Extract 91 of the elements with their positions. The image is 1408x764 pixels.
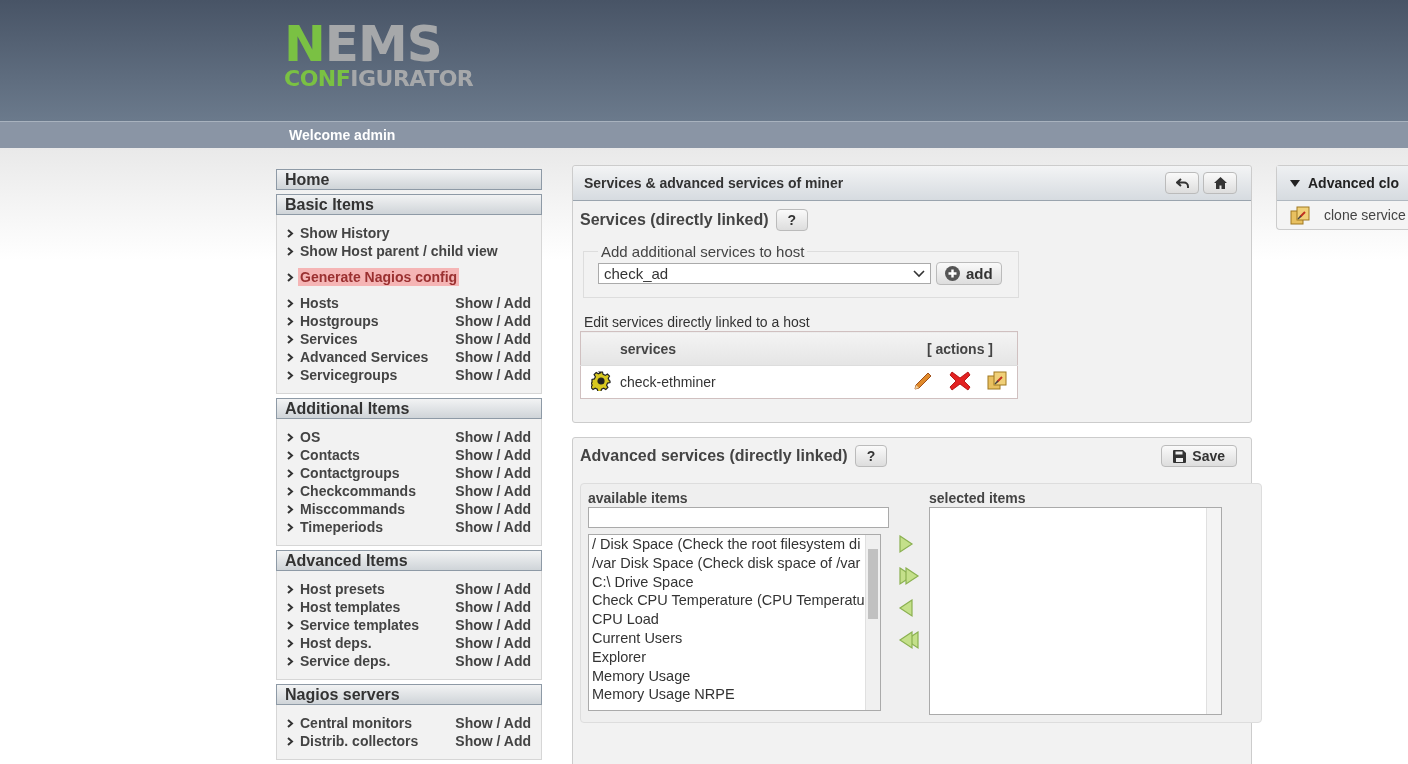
column-header: services — [620, 340, 677, 357]
home-icon — [1213, 177, 1227, 189]
section-title: Advanced services (directly linked) — [580, 447, 848, 465]
menu-link[interactable]: Host presets — [300, 581, 385, 597]
list-option[interactable]: Current Users — [592, 629, 865, 648]
list-option[interactable]: Memory Usage — [592, 666, 865, 686]
menu-link[interactable]: Hosts — [300, 295, 339, 311]
menu-link[interactable]: Distrib. collectors — [300, 733, 419, 749]
help-button[interactable]: ? — [854, 445, 888, 467]
menu-link[interactable]: Host deps. — [300, 635, 372, 651]
menu-link[interactable]: Checkcommands — [300, 483, 416, 499]
menu-link[interactable]: Central monitors — [300, 715, 412, 731]
show-add-link[interactable]: Show / Add — [455, 635, 531, 651]
panel-title: Services & advanced services of miner — [584, 175, 844, 191]
menu-link[interactable]: Services — [300, 331, 358, 347]
clone-link[interactable]: clone service — [1324, 207, 1406, 223]
selected-items-list[interactable] — [929, 507, 1222, 715]
clone-icon — [987, 371, 1007, 390]
menu-link[interactable]: Contactgroups — [300, 465, 400, 481]
home-button[interactable] — [1203, 172, 1237, 194]
list-option[interactable]: / Disk Space (Check the root filesystem di — [592, 535, 865, 554]
show-add-link[interactable]: Show / Add — [455, 465, 531, 481]
clone-icon — [1290, 205, 1310, 225]
highlighted-menu-link[interactable]: Generate Nagios config — [298, 268, 460, 286]
section-header[interactable]: Additional Items — [276, 398, 542, 419]
menu-link[interactable]: Timeperiods — [300, 519, 383, 535]
show-add-link[interactable]: Show / Add — [455, 349, 531, 365]
service-select[interactable]: check_ad — [598, 263, 931, 284]
menu-link[interactable]: Misccommands — [300, 501, 406, 517]
show-add-link[interactable]: Show / Add — [455, 313, 531, 329]
menu-link[interactable]: Hostgroups — [300, 313, 379, 329]
menu-link[interactable]: Contacts — [300, 447, 360, 463]
show-add-link[interactable]: Show / Add — [455, 367, 531, 383]
add-button[interactable]: add — [936, 262, 1002, 285]
list-option[interactable]: Memory Usage NRPE — [592, 685, 865, 705]
gear-icon — [591, 370, 611, 391]
list-option[interactable]: C:\ Drive Space — [592, 572, 865, 592]
list-label: available items — [588, 490, 689, 507]
section-header[interactable]: Basic Items — [276, 194, 542, 215]
show-add-link[interactable]: Show / Add — [455, 581, 531, 597]
section-header[interactable]: Home — [276, 169, 542, 190]
fieldset-legend: Add additional services to host — [598, 243, 808, 260]
show-add-link[interactable]: Show / Add — [455, 295, 531, 311]
back-button[interactable] — [1165, 172, 1199, 194]
help-button[interactable]: ? — [775, 209, 809, 231]
scrollbar[interactable] — [1206, 508, 1221, 714]
section-header[interactable]: Nagios servers — [276, 684, 542, 705]
delete-cross-icon — [949, 370, 971, 391]
section-title: Services (directly linked) — [580, 211, 769, 229]
move-all-left-arrow-icon[interactable] — [898, 630, 920, 650]
move-all-right-arrow-icon[interactable] — [898, 566, 920, 586]
pencil-icon — [913, 370, 933, 391]
table-cell: check-ethminer — [620, 374, 716, 390]
show-add-link[interactable]: Show / Add — [455, 483, 531, 499]
show-add-link[interactable]: Show / Add — [455, 599, 531, 615]
plus-circle-icon — [945, 266, 960, 281]
show-add-link[interactable]: Show / Add — [455, 331, 531, 347]
show-add-link[interactable]: Show / Add — [455, 617, 531, 633]
column-header: [ actions ] — [926, 340, 993, 357]
chevron-icon — [287, 272, 294, 282]
menu-link[interactable]: Service templates — [300, 617, 420, 633]
menu-link[interactable]: OS — [300, 429, 321, 445]
section-header[interactable]: Advanced Items — [276, 550, 542, 571]
menu-link[interactable]: Host templates — [300, 599, 401, 615]
filter-field[interactable] — [588, 507, 889, 528]
dropdown-caret-icon[interactable] — [913, 269, 925, 278]
menu-link[interactable]: Show History — [300, 225, 390, 241]
show-add-link[interactable]: Show / Add — [455, 429, 531, 445]
scrollbar[interactable] — [865, 535, 880, 710]
show-add-link[interactable]: Show / Add — [455, 447, 531, 463]
list-option[interactable]: CPU Load — [592, 610, 865, 629]
menu-link[interactable]: Show Host parent / child view — [300, 243, 498, 259]
show-add-link[interactable]: Show / Add — [455, 733, 531, 749]
show-add-link[interactable]: Show / Add — [455, 715, 531, 731]
menu-link[interactable]: Service deps. — [300, 653, 391, 669]
list-label: selected items — [929, 490, 1027, 507]
save-button[interactable]: Save — [1161, 445, 1237, 467]
menu-link[interactable]: Advanced Services — [300, 349, 429, 365]
nems-logo: NEMS CONFIGURATOR — [284, 22, 474, 91]
show-add-link[interactable]: Show / Add — [455, 501, 531, 517]
welcome-text: Welcome admin — [289, 127, 396, 143]
list-option[interactable]: Explorer — [592, 647, 865, 667]
back-arrow-icon — [1175, 177, 1189, 189]
available-items-list[interactable]: / Disk Space (Check the root filesystem di /var Disk Space (Check disk space of /var C:\ Drive Space Check CPU Temperature (CPU Temperatu CPU Load Current Users Explorer Memory Usage Memory Usage NRPE — [588, 534, 881, 711]
caret-down-icon[interactable] — [1290, 179, 1300, 187]
show-add-link[interactable]: Show / Add — [455, 653, 531, 669]
list-option[interactable]: /var Disk Space (Check disk space of /var — [592, 553, 865, 573]
menu-link[interactable]: Servicegroups — [300, 367, 398, 383]
list-option[interactable]: Check CPU Temperature (CPU Temperatu — [592, 591, 865, 611]
table-caption: Edit services directly linked to a host — [584, 314, 811, 330]
show-add-link[interactable]: Show / Add — [455, 519, 531, 535]
